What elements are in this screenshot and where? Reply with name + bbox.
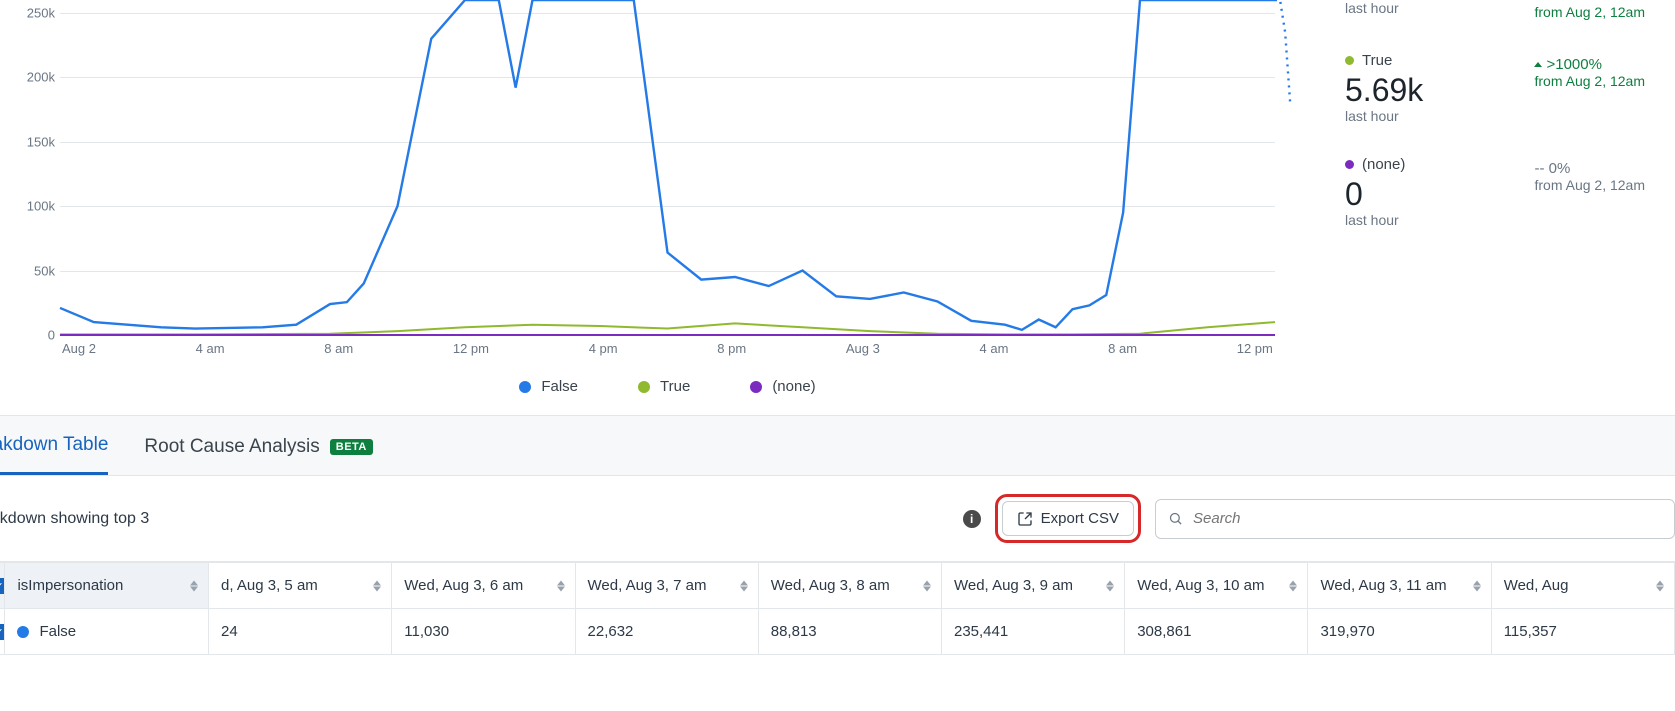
table-cell: 24 [209,609,392,655]
sort-icon [1473,580,1481,591]
legend-item[interactable]: (none) [750,378,815,395]
stat-sub: last hour [1345,108,1534,124]
y-axis-label: 0 [0,328,55,343]
sort-icon [190,580,198,591]
line-chart: 0 50k 100k 150k 200k 250k Aug 2 4 am 8 am 12 pm 4… [0,0,1315,395]
y-axis-label: 200k [0,70,55,85]
x-axis-label: 4 am [980,341,1009,356]
stats-panel: last hourfrom Aug 2, 12amTrue5.69klast h… [1315,0,1675,395]
table-cell: 319,970 [1308,609,1491,655]
breakdown-title: eakdown showing top 3 [0,510,949,528]
export-csv-button[interactable]: Export CSV [1002,501,1134,536]
table-cell: 11,030 [392,609,575,655]
x-axis-label: 8 pm [717,341,746,356]
x-axis-label: 12 pm [1237,341,1273,356]
x-axis-label: 8 am [324,341,353,356]
stat-swatch [1345,160,1354,169]
column-header[interactable]: Wed, Aug 3, 8 am [758,563,941,609]
legend-label: (none) [772,378,815,395]
beta-badge: BETA [330,439,373,455]
tab[interactable]: eakdown Table [0,434,108,475]
stat-from: from Aug 2, 12am [1534,4,1645,20]
table-cell: 88,813 [758,609,941,655]
x-axis-label: 12 pm [453,341,489,356]
y-axis-label: 150k [0,134,55,149]
tab-label: Root Cause Analysis [144,436,319,458]
y-axis-label: 250k [0,5,55,20]
stat-value: 5.69k [1345,73,1534,108]
breakdown-table: ✓isImpersonationd, Aug 3, 5 amWed, Aug 3… [0,562,1675,655]
stat-delta: -- 0% [1534,160,1645,177]
sort-icon [740,580,748,591]
x-axis-label: Aug 3 [846,341,880,356]
table-cell: 115,357 [1491,609,1674,655]
stat-block: True 5.69klast hour >1000%from Aug 2, 12am [1345,52,1645,124]
info-icon[interactable]: i [963,510,981,528]
caret-up-icon [1534,62,1542,67]
search-input-wrap[interactable] [1155,499,1675,539]
row-swatch [17,626,29,638]
legend-swatch [750,381,762,393]
x-axis-label: 4 pm [589,341,618,356]
column-header[interactable]: Wed, Aug 3, 11 am [1308,563,1491,609]
column-header[interactable]: isImpersonation [5,563,209,609]
x-axis-label: Aug 2 [62,341,96,356]
sort-icon [557,580,565,591]
y-axis-label: 50k [0,263,55,278]
table-row: ✓ False 2411,03022,63288,813235,441308,861… [0,609,1675,655]
stat-value: 0 [1345,177,1534,212]
legend-item[interactable]: True [638,378,690,395]
column-header[interactable]: Wed, Aug 3, 6 am [392,563,575,609]
export-highlight: Export CSV [995,494,1141,543]
tab[interactable]: Root Cause Analysis BETA [144,436,372,474]
stat-swatch [1345,56,1354,65]
legend-label: False [541,378,578,395]
tab-label: eakdown Table [0,434,108,456]
search-icon [1168,511,1183,526]
stat-delta: >1000% [1534,56,1645,73]
stat-from: from Aug 2, 12am [1534,177,1645,193]
column-header[interactable]: Wed, Aug [1491,563,1674,609]
column-header[interactable]: Wed, Aug 3, 9 am [941,563,1124,609]
sort-icon [1656,580,1664,591]
stat-label: True [1362,52,1392,69]
row-label: False [39,623,76,640]
row-label-cell: False [5,609,209,655]
export-icon [1017,511,1033,527]
legend-swatch [638,381,650,393]
sort-icon [373,580,381,591]
sort-icon [1289,580,1297,591]
export-csv-label: Export CSV [1041,510,1119,527]
column-header[interactable]: d, Aug 3, 5 am [209,563,392,609]
table-cell: 308,861 [1125,609,1308,655]
stat-block: last hourfrom Aug 2, 12am [1345,0,1645,20]
stat-sub: last hour [1345,212,1534,228]
table-cell: 22,632 [575,609,758,655]
column-header[interactable]: Wed, Aug 3, 10 am [1125,563,1308,609]
stat-block: (none) 0last hour -- 0%from Aug 2, 12am [1345,156,1645,228]
sort-icon [923,580,931,591]
stat-from: from Aug 2, 12am [1534,73,1645,89]
checkbox-icon: ✓ [0,624,5,640]
sort-icon [1106,580,1114,591]
legend-swatch [519,381,531,393]
legend-item[interactable]: False [519,378,578,395]
stat-sub: last hour [1345,0,1534,16]
column-header[interactable]: Wed, Aug 3, 7 am [575,563,758,609]
y-axis-label: 100k [0,199,55,214]
search-input[interactable] [1191,509,1662,528]
legend-label: True [660,378,690,395]
x-axis-label: 4 am [196,341,225,356]
x-axis-label: 8 am [1108,341,1137,356]
stat-label: (none) [1362,156,1405,173]
table-cell: 235,441 [941,609,1124,655]
